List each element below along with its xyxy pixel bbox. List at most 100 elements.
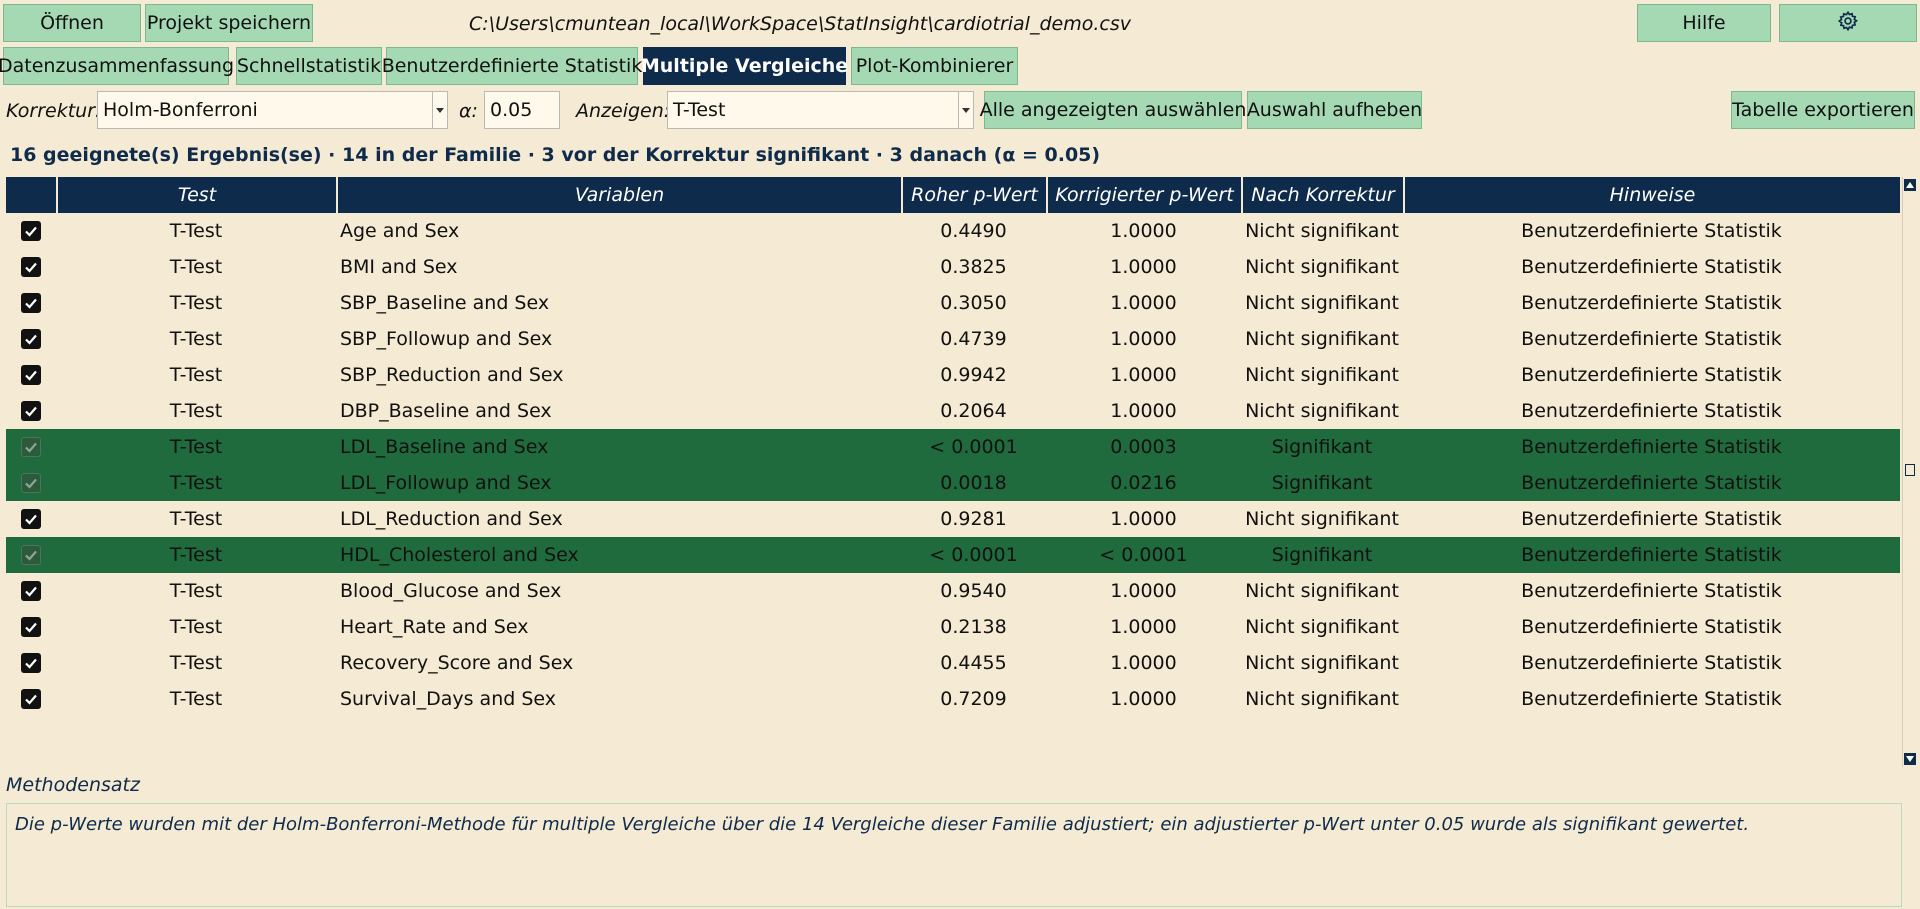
deselect-button[interactable]: Auswahl aufheben xyxy=(1247,91,1422,129)
cell-variables: SBP_Followup and Sex xyxy=(340,328,553,350)
methods-label: Methodensatz xyxy=(6,774,140,796)
checkmark-icon xyxy=(25,514,37,525)
cell-raw-p: 0.9942 xyxy=(940,364,1007,386)
cell-variables: Heart_Rate and Sex xyxy=(340,616,529,638)
scroll-down-icon[interactable] xyxy=(1904,753,1916,765)
row-checkbox[interactable] xyxy=(21,365,41,385)
header-after-correction[interactable]: Nach Korrektur xyxy=(1241,177,1403,213)
cell-corrected-p: 1.0000 xyxy=(1110,508,1177,530)
table-row[interactable]: T-Test LDL_Followup and Sex 0.0018 0.0216 Si… xyxy=(6,465,1900,501)
cell-corrected-p: 1.0000 xyxy=(1110,328,1177,350)
cell-test: T-Test xyxy=(169,400,223,422)
row-checkbox[interactable] xyxy=(21,617,41,637)
alpha-input[interactable]: 0.05 xyxy=(484,91,560,129)
table-row[interactable]: T-Test Recovery_Score and Sex 0.4455 1.0000… xyxy=(6,645,1900,681)
table-row[interactable]: T-Test DBP_Baseline and Sex 0.2064 1.0000 Ni… xyxy=(6,393,1900,429)
help-button[interactable]: Hilfe xyxy=(1637,4,1771,42)
row-checkbox[interactable] xyxy=(21,437,41,457)
cell-after-correction: Nicht signifikant xyxy=(1245,616,1399,638)
table-row[interactable]: T-Test Heart_Rate and Sex 0.2138 1.0000 Nich… xyxy=(6,609,1900,645)
cell-corrected-p: 1.0000 xyxy=(1110,400,1177,422)
checkmark-icon xyxy=(25,334,37,345)
cell-variables: LDL_Reduction and Sex xyxy=(340,508,563,530)
cell-raw-p: 0.4490 xyxy=(940,220,1007,242)
row-checkbox[interactable] xyxy=(21,329,41,349)
cell-corrected-p: 1.0000 xyxy=(1110,688,1177,710)
tab-plot-combiner[interactable]: Plot-Kombinierer xyxy=(851,47,1018,85)
tab-data-summary[interactable]: Datenzusammenfassung xyxy=(0,47,234,85)
scroll-up-icon[interactable] xyxy=(1904,179,1916,191)
cell-variables: Age and Sex xyxy=(340,220,460,242)
tab-quick-stats[interactable]: Schnellstatistik xyxy=(236,47,382,85)
cell-variables: Recovery_Score and Sex xyxy=(340,652,574,674)
cell-corrected-p: 1.0000 xyxy=(1110,292,1177,314)
tab-custom-stats[interactable]: Benutzerdefinierte Statistik xyxy=(382,47,642,85)
checkmark-icon xyxy=(25,442,37,453)
cell-notes: Benutzerdefinierte Statistik xyxy=(1521,544,1782,566)
table-row[interactable]: T-Test Blood_Glucose and Sex 0.9540 1.0000 N… xyxy=(6,573,1900,609)
cell-variables: BMI and Sex xyxy=(340,256,458,278)
header-raw-p[interactable]: Roher p-Wert xyxy=(901,177,1046,213)
row-checkbox[interactable] xyxy=(21,545,41,565)
select-all-button[interactable]: Alle angezeigten auswählen xyxy=(980,91,1246,129)
table-row[interactable]: T-Test LDL_Reduction and Sex 0.9281 1.0000 N… xyxy=(6,501,1900,537)
cell-variables: SBP_Reduction and Sex xyxy=(340,364,564,386)
cell-after-correction: Nicht signifikant xyxy=(1245,652,1399,674)
row-checkbox[interactable] xyxy=(21,257,41,277)
cell-variables: LDL_Followup and Sex xyxy=(340,472,552,494)
show-select[interactable]: T-Test xyxy=(667,91,974,129)
cell-corrected-p: 1.0000 xyxy=(1110,580,1177,602)
cell-raw-p: 0.4739 xyxy=(940,328,1007,350)
cell-notes: Benutzerdefinierte Statistik xyxy=(1521,508,1782,530)
table-row[interactable]: T-Test SBP_Followup and Sex 0.4739 1.0000 Ni… xyxy=(6,321,1900,357)
gear-icon xyxy=(1837,10,1859,37)
header-notes[interactable]: Hinweise xyxy=(1403,177,1900,213)
cell-test: T-Test xyxy=(169,544,223,566)
table-row[interactable]: T-Test BMI and Sex 0.3825 1.0000 Nicht signi… xyxy=(6,249,1900,285)
row-checkbox[interactable] xyxy=(21,689,41,709)
open-button[interactable]: Öffnen xyxy=(3,4,141,42)
cell-after-correction: Nicht signifikant xyxy=(1245,580,1399,602)
row-checkbox[interactable] xyxy=(21,221,41,241)
table-row[interactable]: T-Test SBP_Baseline and Sex 0.3050 1.0000 Ni… xyxy=(6,285,1900,321)
cell-after-correction: Nicht signifikant xyxy=(1245,256,1399,278)
row-checkbox[interactable] xyxy=(21,509,41,529)
correction-select[interactable]: Holm-Bonferroni xyxy=(97,91,448,129)
checkmark-icon xyxy=(25,298,37,309)
results-summary: 16 geeignete(s) Ergebnis(se) · 14 in der… xyxy=(10,144,1101,166)
checkmark-icon xyxy=(25,622,37,633)
row-checkbox[interactable] xyxy=(21,473,41,493)
cell-notes: Benutzerdefinierte Statistik xyxy=(1521,652,1782,674)
row-checkbox[interactable] xyxy=(21,401,41,421)
settings-button[interactable] xyxy=(1779,4,1917,42)
methods-text[interactable]: Die p-Werte wurden mit der Holm-Bonferro… xyxy=(6,803,1902,907)
header-corrected-p[interactable]: Korrigierter p-Wert xyxy=(1046,177,1241,213)
table-row[interactable]: T-Test Age and Sex 0.4490 1.0000 Nicht signi… xyxy=(6,213,1900,249)
export-table-button[interactable]: Tabelle exportieren xyxy=(1731,91,1915,129)
cell-test: T-Test xyxy=(169,220,223,242)
file-path: C:\Users\cmuntean_local\WorkSpace\StatIn… xyxy=(469,13,1131,35)
header-variables[interactable]: Variablen xyxy=(336,177,901,213)
table-scrollbar[interactable] xyxy=(1902,177,1917,767)
table-row[interactable]: T-Test SBP_Reduction and Sex 0.9942 1.0000 N… xyxy=(6,357,1900,393)
cell-notes: Benutzerdefinierte Statistik xyxy=(1521,580,1782,602)
table-row[interactable]: T-Test Survival_Days and Sex 0.7209 1.0000 N… xyxy=(6,681,1900,717)
table-row[interactable]: T-Test HDL_Cholesterol and Sex < 0.0001 < 0… xyxy=(6,537,1900,573)
cell-variables: HDL_Cholesterol and Sex xyxy=(340,544,579,566)
checkmark-icon xyxy=(25,586,37,597)
checkmark-icon xyxy=(25,694,37,705)
cell-test: T-Test xyxy=(169,688,223,710)
cell-corrected-p: 1.0000 xyxy=(1110,616,1177,638)
chevron-down-icon xyxy=(432,92,447,128)
correction-label: Korrektur: xyxy=(6,100,102,122)
table-row[interactable]: T-Test LDL_Baseline and Sex < 0.0001 0.0003… xyxy=(6,429,1900,465)
cell-after-correction: Nicht signifikant xyxy=(1245,328,1399,350)
row-checkbox[interactable] xyxy=(21,581,41,601)
row-checkbox[interactable] xyxy=(21,653,41,673)
save-project-button[interactable]: Projekt speichern xyxy=(145,4,313,42)
header-test[interactable]: Test xyxy=(56,177,336,213)
cell-test: T-Test xyxy=(169,256,223,278)
scrollbar-thumb[interactable] xyxy=(1905,464,1915,476)
tab-multiple-comparisons[interactable]: Multiple Vergleiche xyxy=(641,47,848,85)
row-checkbox[interactable] xyxy=(21,293,41,313)
